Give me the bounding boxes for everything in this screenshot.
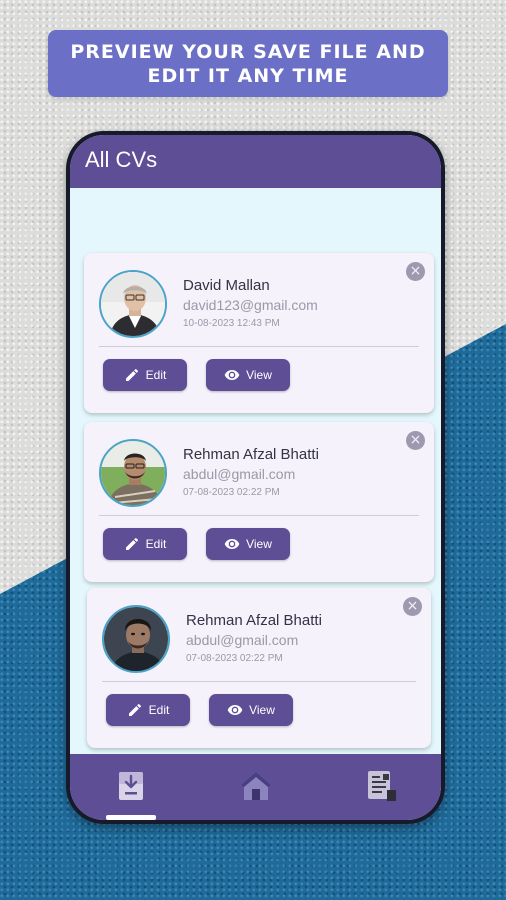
edit-button[interactable]: Edit — [106, 694, 190, 726]
edit-label: Edit — [148, 703, 170, 717]
person-photo-icon — [101, 441, 165, 505]
view-button[interactable]: View — [206, 528, 290, 560]
delete-close-icon[interactable]: × — [406, 262, 425, 281]
card-divider — [99, 346, 419, 347]
cv-name: Rehman Afzal Bhatti — [186, 612, 322, 629]
view-label: View — [246, 537, 272, 551]
eye-icon — [224, 539, 240, 549]
eye-icon — [224, 370, 240, 380]
edit-label: Edit — [145, 537, 167, 551]
view-button[interactable]: View — [209, 694, 293, 726]
delete-close-icon[interactable]: × — [406, 431, 425, 450]
cv-card[interactable]: Rehman Afzal Bhatti abdul@gmail.com 07-0… — [84, 422, 434, 582]
cv-date: 10-08-2023 12:43 PM — [183, 318, 280, 329]
cv-date: 07-08-2023 02:22 PM — [186, 653, 283, 664]
view-button[interactable]: View — [206, 359, 290, 391]
nav-home[interactable] — [236, 766, 276, 806]
edit-button[interactable]: Edit — [103, 528, 187, 560]
cv-email: david123@gmail.com — [183, 297, 318, 313]
cv-name: David Mallan — [183, 277, 270, 294]
bottom-navigation — [70, 754, 441, 820]
nav-resume-templates[interactable] — [362, 766, 402, 806]
pencil-icon — [128, 703, 141, 716]
avatar — [102, 605, 170, 673]
view-label: View — [246, 368, 272, 382]
card-divider — [99, 515, 419, 516]
cv-name: Rehman Afzal Bhatti — [183, 446, 319, 463]
delete-close-icon[interactable]: × — [403, 597, 422, 616]
promo-banner-text: Preview your save file and edit it any t… — [70, 40, 426, 87]
cv-date: 07-08-2023 02:22 PM — [183, 487, 280, 498]
cv-list: David Mallan david123@gmail.com 10-08-20… — [70, 188, 441, 754]
avatar — [99, 439, 167, 507]
download-file-icon — [119, 772, 143, 800]
edit-label: Edit — [145, 368, 167, 382]
nav-active-indicator — [106, 815, 156, 820]
resume-document-icon — [368, 771, 396, 801]
cv-email: abdul@gmail.com — [186, 632, 299, 648]
app-title: All CVs — [85, 147, 158, 172]
phone-screen: All CVs David Mallan david123@gmail.com … — [70, 135, 441, 820]
phone-frame: All CVs David Mallan david123@gmail.com … — [66, 131, 445, 824]
cv-card[interactable]: David Mallan david123@gmail.com 10-08-20… — [84, 253, 434, 413]
pencil-icon — [125, 368, 138, 381]
pencil-icon — [125, 537, 138, 550]
view-label: View — [249, 703, 275, 717]
home-icon — [241, 772, 271, 800]
nav-saved-files[interactable] — [111, 766, 151, 806]
person-photo-icon — [101, 272, 165, 336]
app-bar: All CVs — [70, 135, 441, 188]
person-photo-icon — [104, 607, 168, 671]
cv-email: abdul@gmail.com — [183, 466, 296, 482]
avatar — [99, 270, 167, 338]
card-divider — [102, 681, 416, 682]
eye-icon — [227, 705, 243, 715]
edit-button[interactable]: Edit — [103, 359, 187, 391]
promo-banner: Preview your save file and edit it any t… — [48, 30, 448, 97]
cv-card[interactable]: Rehman Afzal Bhatti abdul@gmail.com 07-0… — [87, 588, 431, 748]
